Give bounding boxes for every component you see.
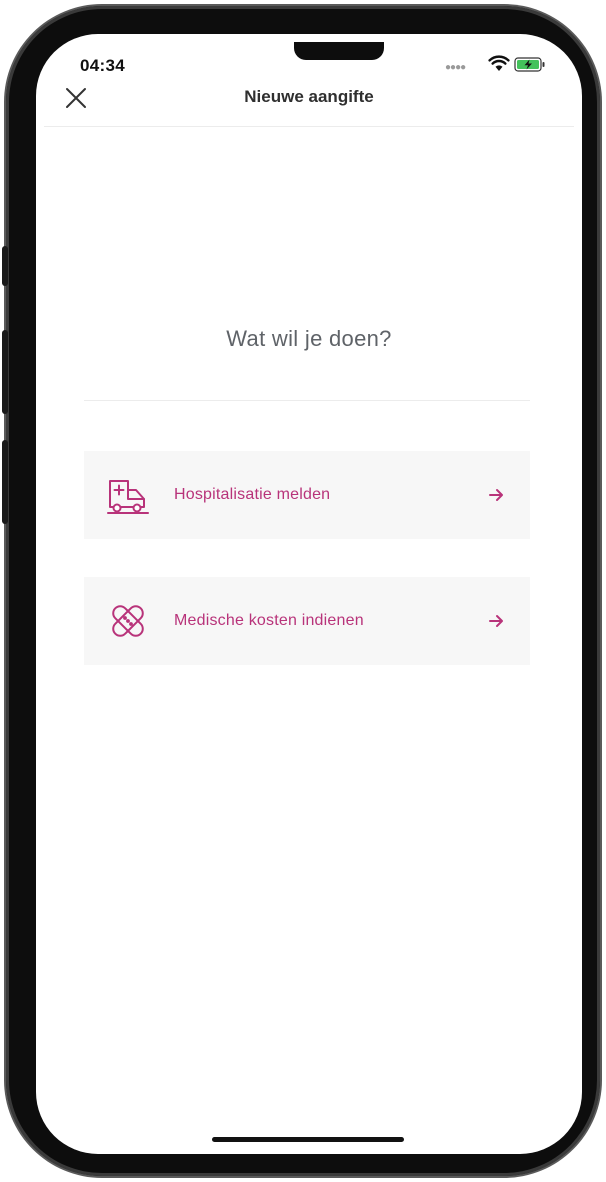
arrow-right-icon <box>489 615 503 627</box>
phone-side-button <box>2 246 8 286</box>
signal-icon: ●●●● <box>445 62 466 73</box>
question-heading: Wat wil je doen? <box>226 326 392 351</box>
ambulance-icon <box>107 480 149 514</box>
notch <box>294 42 384 60</box>
status-time: 04:34 <box>80 56 125 75</box>
phone-side-button <box>2 440 8 524</box>
option-medische-kosten-indienen[interactable]: Medische kosten indienen <box>84 577 530 665</box>
bandage-icon <box>112 605 144 637</box>
phone-side-button <box>2 330 8 414</box>
battery-icon <box>514 57 545 72</box>
app-screen: 04:34 ●●●● Nieuwe aangifte Wat wil je do… <box>36 34 582 1154</box>
header-divider <box>44 126 574 127</box>
option-label: Medische kosten indienen <box>174 612 364 629</box>
option-label: Hospitalisatie melden <box>174 486 331 503</box>
wifi-icon <box>488 55 510 71</box>
home-indicator[interactable] <box>212 1137 404 1142</box>
arrow-right-icon <box>489 489 503 501</box>
option-hospitalisatie-melden[interactable]: Hospitalisatie melden <box>84 451 530 539</box>
question-divider <box>84 400 530 401</box>
page-title: Nieuwe aangifte <box>244 87 374 106</box>
